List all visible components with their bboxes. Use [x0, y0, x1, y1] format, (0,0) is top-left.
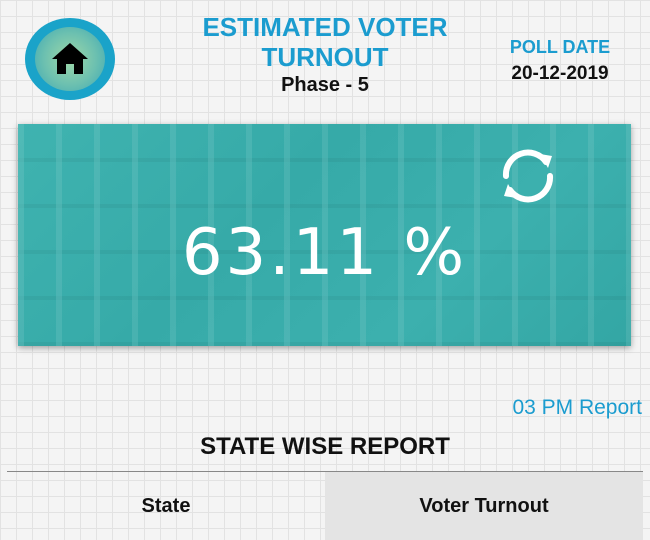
poll-date-label: POLL DATE [509, 37, 611, 57]
home-button[interactable] [25, 18, 115, 100]
turnout-percentage: 63.11 % [181, 216, 468, 290]
phase-label: Phase - 5 [281, 74, 369, 96]
turnout-card: 63.11 % [18, 124, 631, 346]
poll-date-value: 20-12-2019 [511, 63, 609, 84]
refresh-icon[interactable] [496, 146, 560, 206]
column-header-voter-turnout[interactable]: Voter Turnout [325, 472, 643, 540]
report-time-link[interactable]: 03 PM Report [512, 396, 642, 420]
page-title: ESTIMATED VOTER TURNOUT [202, 12, 448, 72]
home-button-inner [35, 27, 105, 91]
home-icon [52, 43, 88, 74]
column-header-state[interactable]: State [7, 472, 325, 540]
state-wise-heading: STATE WISE REPORT [200, 433, 450, 460]
